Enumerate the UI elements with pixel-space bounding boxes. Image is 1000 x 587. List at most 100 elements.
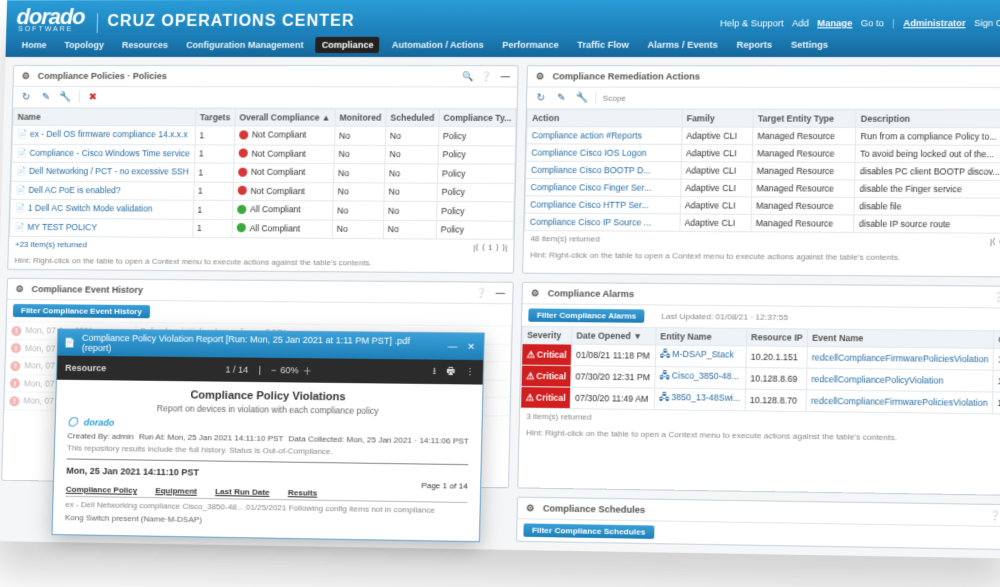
entity-link[interactable]: 🖧 3850_13-48Swi...: [659, 392, 741, 403]
nav-topology[interactable]: Topology: [58, 37, 110, 53]
table-row[interactable]: Compliance Cisco BOOTP D...Adaptive CLIM…: [526, 161, 1000, 180]
pager-prev-icon[interactable]: ⟨: [482, 243, 485, 252]
col-event-name[interactable]: Event Name: [807, 329, 994, 348]
nav-automation[interactable]: Automation / Actions: [385, 37, 490, 53]
policy-name-link[interactable]: 📄 MY TEST POLICY: [14, 222, 97, 233]
schedules-filter-button[interactable]: Filter Compliance Schedules: [523, 523, 653, 539]
col-count[interactable]: Count: [993, 331, 1000, 349]
pager-next-icon[interactable]: ⟩: [496, 243, 499, 252]
zoom-in-icon[interactable]: ＋: [303, 364, 312, 377]
col-overall[interactable]: Overall Compliance ▲: [235, 109, 336, 126]
nav-home[interactable]: Home: [16, 37, 53, 53]
help-icon[interactable]: ❔: [996, 70, 1000, 82]
status-dot-icon: [239, 130, 248, 139]
app-header: dorado SOFTWARE CRUZ OPERATIONS CENTER H…: [6, 0, 1000, 33]
event-filter-button[interactable]: Filter Compliance Event History: [13, 304, 150, 318]
nav-resources[interactable]: Resources: [116, 37, 174, 53]
manage-link[interactable]: Manage: [817, 18, 852, 28]
action-link[interactable]: Compliance Cisco IOS Logon: [531, 147, 646, 158]
edit-icon[interactable]: ✎: [554, 91, 569, 105]
col-severity[interactable]: Severity: [522, 326, 572, 344]
policies-count[interactable]: +23 item(s) returned: [15, 240, 87, 250]
more-icon[interactable]: ⋮: [465, 367, 475, 378]
help-icon[interactable]: ❔: [480, 70, 493, 82]
refresh-icon[interactable]: ↻: [533, 91, 548, 105]
table-row[interactable]: 📄 Dell Networking / PCT - no excessive S…: [11, 162, 515, 183]
col-entity[interactable]: Entity Name: [655, 328, 746, 346]
help-icon[interactable]: ❔: [992, 291, 1000, 304]
add-link[interactable]: Add: [792, 18, 809, 28]
event-name-link[interactable]: redcellComplianceFirmwarePoliciesViolati…: [811, 396, 988, 408]
action-link[interactable]: Compliance Cisco BOOTP D...: [531, 165, 651, 176]
table-row[interactable]: 📄 Compliance - Cisco Windows Time servic…: [12, 144, 516, 164]
gear-icon[interactable]: ⚙: [529, 287, 542, 299]
download-icon[interactable]: ⭳: [433, 364, 437, 380]
event-name-link[interactable]: redcellComplianceFirmwarePoliciesViolati…: [812, 352, 989, 364]
table-row[interactable]: Compliance action #ReportsAdaptive CLIMa…: [527, 127, 1000, 146]
refresh-icon[interactable]: ↻: [19, 90, 33, 104]
pager-first-icon[interactable]: |⟨: [990, 237, 996, 246]
gear-icon[interactable]: ⚙: [20, 70, 32, 82]
wrench-icon[interactable]: 🔧: [575, 91, 590, 105]
col-resource-ip[interactable]: Resource IP: [746, 328, 807, 346]
gear-icon[interactable]: ⚙: [13, 283, 25, 295]
event-name-link[interactable]: redcellCompliancePolicyViolation: [811, 374, 943, 386]
col-targets[interactable]: Targets: [195, 109, 235, 126]
status-dot-icon: [236, 223, 245, 232]
col-monitored[interactable]: Monitored: [335, 109, 386, 126]
gear-icon[interactable]: ⚙: [534, 70, 547, 82]
minimize-icon[interactable]: —: [499, 70, 512, 82]
nav-alarms[interactable]: Alarms / Events: [641, 37, 724, 53]
pager-last-icon[interactable]: ⟩|: [502, 243, 508, 252]
modal-minimize-icon[interactable]: —: [446, 340, 459, 352]
policy-name-link[interactable]: 📄 Compliance - Cisco Windows Time servic…: [16, 148, 190, 159]
help-icon[interactable]: ❔: [475, 287, 488, 299]
signout-link[interactable]: Sign Out: [974, 18, 1000, 28]
pager-first-icon[interactable]: |⟨: [473, 243, 479, 252]
policy-name-link[interactable]: 📄 Dell AC PoE is enabled?: [15, 185, 121, 196]
col-target-type[interactable]: Target Entity Type: [753, 110, 856, 128]
edit-icon[interactable]: ✎: [39, 90, 53, 104]
policy-name-link[interactable]: 📄 ex - Dell OS firmware compliance 14.x.…: [17, 129, 188, 139]
gear-icon[interactable]: ⚙: [524, 502, 537, 515]
nav-reports[interactable]: Reports: [730, 37, 778, 53]
nav-settings[interactable]: Settings: [784, 37, 834, 53]
minimize-icon[interactable]: —: [494, 287, 507, 299]
help-icon[interactable]: ❔: [988, 509, 1000, 522]
modal-close-icon[interactable]: ✕: [465, 341, 478, 353]
nav-performance[interactable]: Performance: [496, 37, 565, 53]
entity-link[interactable]: 🖧 M-DSAP_Stack: [660, 349, 734, 360]
user-account-link[interactable]: Administrator: [903, 18, 965, 28]
col-type[interactable]: Compliance Ty...: [439, 109, 517, 126]
zoom-out-icon[interactable]: −: [271, 365, 277, 375]
goto-link[interactable]: Go to: [861, 18, 884, 28]
report-brand-icon: ◯: [68, 416, 78, 427]
alert-icon: !: [9, 396, 19, 406]
alarms-filter-button[interactable]: Filter Compliance Alarms: [528, 308, 644, 322]
table-row[interactable]: Compliance Cisco IOS LogonAdaptive CLIMa…: [526, 144, 1000, 163]
search-icon[interactable]: 🔍: [462, 70, 475, 82]
action-link[interactable]: Compliance Cisco HTTP Ser...: [530, 199, 649, 210]
entity-link[interactable]: 🖧 Cisco_3850-48...: [659, 370, 739, 381]
nav-config-mgmt[interactable]: Configuration Management: [180, 37, 310, 53]
col-description[interactable]: Description: [856, 110, 1000, 128]
col-family[interactable]: Family: [682, 110, 753, 128]
delete-icon[interactable]: ✖: [86, 90, 100, 104]
col-name[interactable]: Name: [13, 108, 196, 125]
help-support-link[interactable]: Help & Support: [720, 18, 784, 28]
wrench-icon[interactable]: 🔧: [59, 90, 73, 104]
action-link[interactable]: Compliance action #Reports: [531, 130, 641, 140]
policy-name-link[interactable]: 📄 Dell Networking / PCT - no excessive S…: [16, 166, 189, 177]
col-action[interactable]: Action: [527, 109, 682, 127]
nav-traffic[interactable]: Traffic Flow: [571, 37, 635, 53]
action-link[interactable]: Compliance Cisco Finger Ser...: [530, 182, 651, 193]
col-scheduled[interactable]: Scheduled: [386, 109, 439, 126]
col-date[interactable]: Date Opened ▼: [572, 327, 656, 345]
alarms-count: 3 item(s) returned: [526, 412, 592, 422]
table-row[interactable]: 📄 MY TEST POLICY1All CompliantNoNoPolicy: [10, 218, 514, 240]
action-link[interactable]: Compliance Cisco IP Source ...: [530, 217, 652, 228]
nav-compliance[interactable]: Compliance: [315, 37, 379, 53]
table-row[interactable]: 📄 ex - Dell OS firmware compliance 14.x.…: [12, 125, 515, 145]
policy-name-link[interactable]: 📄 1 Dell AC Switch Mode validation: [15, 203, 153, 214]
print-icon[interactable]: 🖶: [446, 364, 455, 380]
